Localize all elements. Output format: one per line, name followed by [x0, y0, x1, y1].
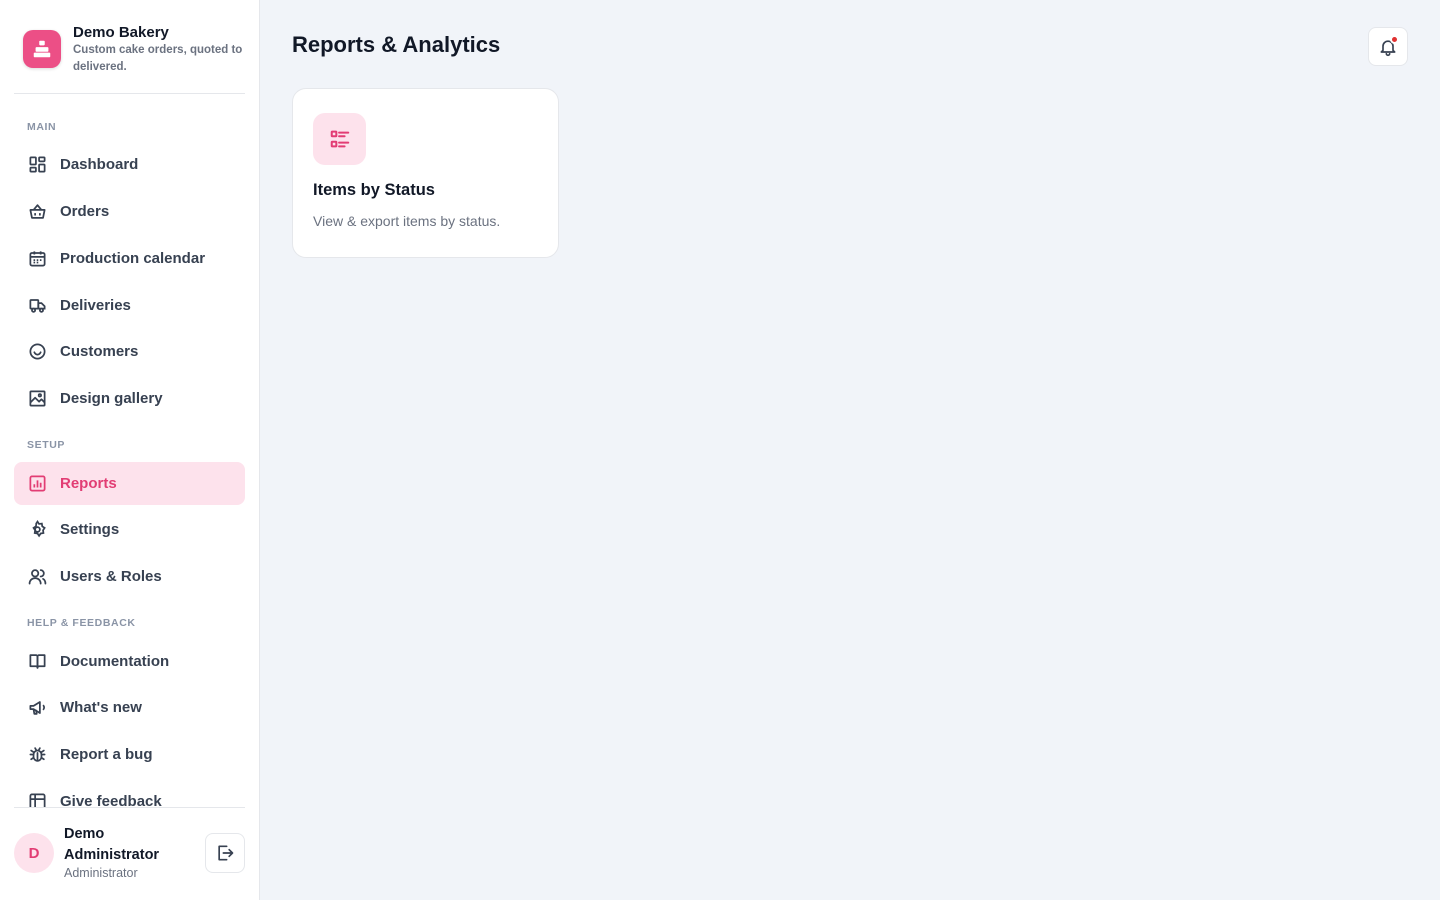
logout-button[interactable] [205, 833, 245, 873]
book-icon [27, 651, 47, 671]
users-icon [27, 566, 47, 586]
notification-badge [1390, 35, 1399, 44]
report-card-title: Items by Status [313, 181, 435, 199]
sidebar: Demo Bakery Custom cake orders, quoted t… [0, 0, 260, 900]
sidebar-item-label: Report a bug [60, 746, 153, 763]
sidebar-item-whats-new[interactable]: What's new [14, 686, 245, 729]
smile-icon [27, 341, 47, 361]
bar-chart-icon [27, 473, 47, 493]
delivery-icon [27, 295, 47, 315]
megaphone-icon [27, 697, 47, 717]
user-role: Administrator [64, 866, 138, 880]
sidebar-item-label: Deliveries [60, 297, 131, 314]
brand: Demo Bakery Custom cake orders, quoted t… [14, 22, 245, 94]
list-icon [313, 113, 366, 165]
sidebar-item-dashboard[interactable]: Dashboard [14, 143, 245, 186]
report-card-items-by-status[interactable]: Items by Status View & export items by s… [292, 88, 559, 258]
sidebar-item-design-gallery[interactable]: Design gallery [14, 377, 245, 420]
sidebar-item-label: Production calendar [60, 250, 206, 267]
sidebar-item-label: Settings [60, 521, 120, 538]
sidebar-item-users-roles[interactable]: Users & Roles [14, 555, 245, 598]
logout-icon [215, 843, 235, 863]
sidebar-item-deliveries[interactable]: Deliveries [14, 284, 245, 327]
sidebar-item-label: Reports [60, 475, 117, 492]
sidebar-nav[interactable]: MAIN Dashboard Orders Production calenda… [0, 95, 259, 807]
sidebar-item-give-feedback[interactable]: Give feedback [14, 780, 245, 807]
sidebar-item-label: What's new [60, 699, 142, 716]
sidebar-item-report-bug[interactable]: Report a bug [14, 733, 245, 776]
section-label-help: HELP & FEEDBACK [27, 617, 136, 629]
sidebar-item-documentation[interactable]: Documentation [14, 640, 245, 683]
sidebar-item-label: Users & Roles [60, 568, 162, 585]
gear-icon [27, 519, 47, 539]
avatar: D [14, 833, 54, 873]
page-title: Reports & Analytics [292, 32, 501, 57]
report-card-description: View & export items by status. [313, 213, 501, 229]
image-icon [27, 388, 47, 408]
notifications-button[interactable] [1368, 27, 1408, 66]
sidebar-item-production-calendar[interactable]: Production calendar [14, 237, 245, 280]
feedback-icon [27, 791, 47, 807]
calendar-icon [27, 248, 47, 268]
sidebar-item-label: Customers [60, 343, 139, 360]
sidebar-item-label: Orders [60, 203, 110, 220]
sidebar-item-label: Dashboard [60, 156, 139, 173]
bug-icon [27, 744, 47, 764]
brand-tagline: Custom cake orders, quoted to delivered. [73, 44, 243, 73]
sidebar-item-label: Documentation [60, 653, 170, 670]
section-label-setup: SETUP [27, 439, 66, 451]
sidebar-item-settings[interactable]: Settings [14, 508, 245, 551]
brand-name: Demo Bakery [73, 24, 169, 41]
user-footer: D Demo Administrator Administrator [14, 807, 245, 900]
sidebar-item-orders[interactable]: Orders [14, 190, 245, 233]
sidebar-item-label: Give feedback [60, 793, 162, 807]
sidebar-item-customers[interactable]: Customers [14, 330, 245, 373]
user-name: Demo Administrator [64, 826, 160, 863]
cake-icon [23, 30, 61, 68]
sidebar-item-label: Design gallery [60, 390, 163, 407]
dashboard-icon [27, 154, 47, 174]
section-label-main: MAIN [27, 121, 57, 133]
sidebar-item-reports[interactable]: Reports [14, 462, 245, 505]
basket-icon [27, 201, 47, 221]
